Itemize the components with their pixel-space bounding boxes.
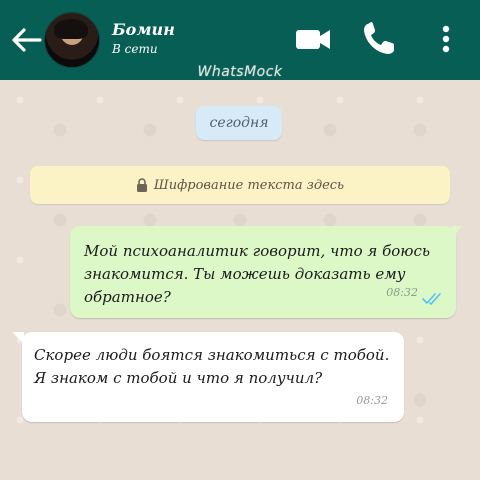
more-vert-icon[interactable] — [434, 20, 458, 58]
phone-icon[interactable] — [360, 20, 398, 58]
contact-status: В сети — [112, 42, 158, 56]
contact-name[interactable]: Бомин — [112, 20, 175, 39]
date-chip: сегодня — [196, 106, 282, 140]
double-check-icon — [422, 293, 441, 306]
avatar[interactable] — [44, 12, 100, 68]
message-time: 08:32 — [386, 286, 418, 299]
encryption-text: Шифрование текста здесь — [153, 177, 345, 193]
message-text: Скорее люди боятся знакомиться с тобой. … — [34, 346, 390, 387]
video-call-icon[interactable] — [294, 20, 332, 58]
watermark: WhatsMock — [197, 64, 283, 80]
message-outgoing[interactable]: Мой психоаналитик говорит, что я боюсь з… — [70, 226, 456, 318]
back-arrow-icon[interactable] — [10, 26, 42, 54]
encryption-banner[interactable]: Шифрование текста здесь — [30, 166, 450, 204]
message-time: 08:32 — [356, 394, 388, 407]
message-incoming[interactable]: Скорее люди боятся знакомиться с тобой. … — [22, 332, 404, 422]
lock-icon — [136, 178, 147, 192]
